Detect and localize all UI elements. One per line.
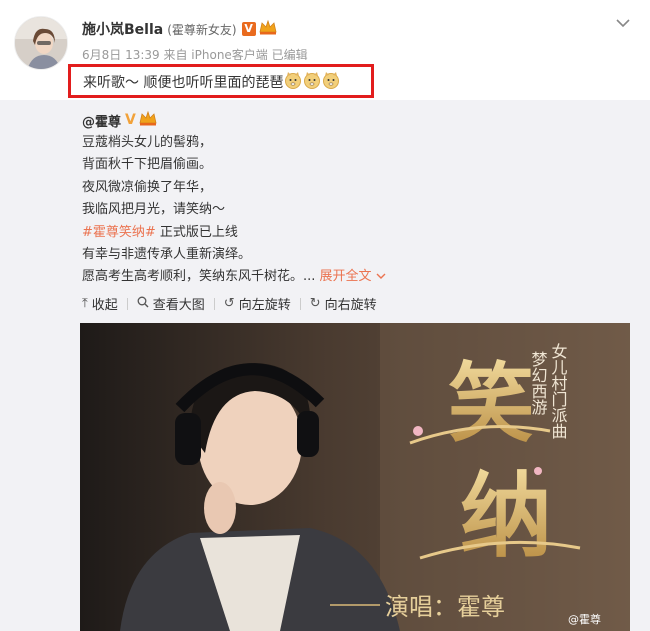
image-toolbar: ⤒ 收起 查看大图 ↺ 向左旋转 ↻ 向右旋转 [82, 294, 377, 313]
divider [126, 297, 128, 310]
repost-card: @霍尊 V 豆蔻梢头女儿的髻鸦， 背面秋千下把眉偷画。 夜风微凉偷换了年华， 我… [0, 100, 650, 631]
post-text-content: 来听歌～ 顺便也听听里面的琵琶 [83, 75, 284, 91]
doge-emoji-icon [284, 71, 302, 93]
repost-line: 有幸与非遗传承人重新演绎。 [82, 246, 252, 262]
rotate-left-button[interactable]: ↺ 向左旋转 [224, 294, 291, 313]
repost-text: 豆蔻梢头女儿的髻鸦， 背面秋千下把眉偷画。 夜风微凉偷换了年华， 我临风把月光，… [82, 132, 386, 289]
poster-image[interactable]: 笑 纳 梦幻西游 女儿村门派曲 演唱：霍尊 @霍尊 [80, 323, 630, 631]
username[interactable]: 施小岚Bella [82, 19, 163, 39]
poster-credit: 演唱：霍尊 [385, 593, 505, 621]
expand-full-text-link[interactable]: 展开全文 [320, 269, 386, 284]
poster-title-char: 纳 [460, 462, 552, 570]
doge-emoji-icon [322, 71, 340, 93]
repost-line: 夜风微凉偷换了年华， [82, 179, 213, 195]
highlight-box: 来听歌～ 顺便也听听里面的琵琶 [68, 64, 374, 98]
hashtag-suffix: 正式版已上线 [155, 224, 238, 240]
rotate-left-icon: ↺ [223, 296, 235, 311]
collapse-button[interactable]: ⤒ 收起 [82, 294, 118, 313]
crown-icon [139, 110, 157, 130]
hashtag-line: #霍尊笑纳# 正式版已上线 [82, 222, 386, 244]
verified-badge: V [241, 22, 256, 36]
avatar-image [15, 17, 67, 69]
repost-line: 背面秋千下把眉偷画。 [82, 157, 213, 173]
repost-line: 我临风把月光，请笑纳～ [82, 202, 226, 218]
rotate-right-label: 向右旋转 [324, 298, 377, 313]
poster-artwork: 笑 纳 梦幻西游 女儿村门派曲 演唱：霍尊 @霍尊 [80, 323, 630, 631]
divider [299, 297, 301, 310]
last-line-text: 愿高考生高考顺利，笑纳东风千树花。... [82, 269, 316, 285]
divider [213, 297, 215, 310]
post-header: 施小岚Bella (霍尊新女友) V 6月8日 13:39 来自 iPhone客… [0, 0, 650, 100]
rotate-left-label: 向左旋转 [238, 298, 291, 313]
avatar[interactable] [14, 16, 68, 70]
repost-author-row: @霍尊 V [82, 110, 157, 130]
repost-line: 豆蔻梢头女儿的髻鸦， [82, 135, 213, 150]
view-large-button[interactable]: 查看大图 [137, 294, 205, 313]
hashtag-link[interactable]: #霍尊笑纳# [82, 225, 156, 240]
rotate-right-button[interactable]: ↻ 向右旋转 [310, 294, 377, 313]
poster-watermark: @霍尊 [568, 612, 601, 626]
search-icon [137, 296, 149, 312]
crown-icon [259, 19, 277, 39]
rotate-right-icon: ↻ [309, 296, 321, 311]
username-row: 施小岚Bella (霍尊新女友) V [82, 18, 277, 40]
repost-author[interactable]: @霍尊 [82, 111, 121, 130]
expand-chevron-icon [376, 273, 386, 280]
poster-side-text: 梦幻西游 [529, 351, 548, 416]
collapse-label: 收起 [91, 298, 118, 313]
poster-side-text: 女儿村门派曲 [549, 342, 568, 439]
doge-emoji-icon [303, 71, 321, 93]
view-large-label: 查看大图 [152, 298, 205, 313]
relation-note: (霍尊新女友) [167, 22, 237, 37]
last-line: 愿高考生高考顺利，笑纳东风千树花。... 展开全文 [82, 266, 386, 288]
collapse-icon: ⤒ [82, 296, 88, 311]
chevron-down-icon[interactable] [614, 14, 632, 32]
post-text: 来听歌～ 顺便也听听里面的琵琶 [83, 71, 340, 93]
post-meta: 6月8日 13:39 来自 iPhone客户端 已编辑 [82, 48, 308, 60]
verified-v-icon: V [125, 112, 136, 128]
poster-title-char: 笑 [448, 353, 534, 454]
